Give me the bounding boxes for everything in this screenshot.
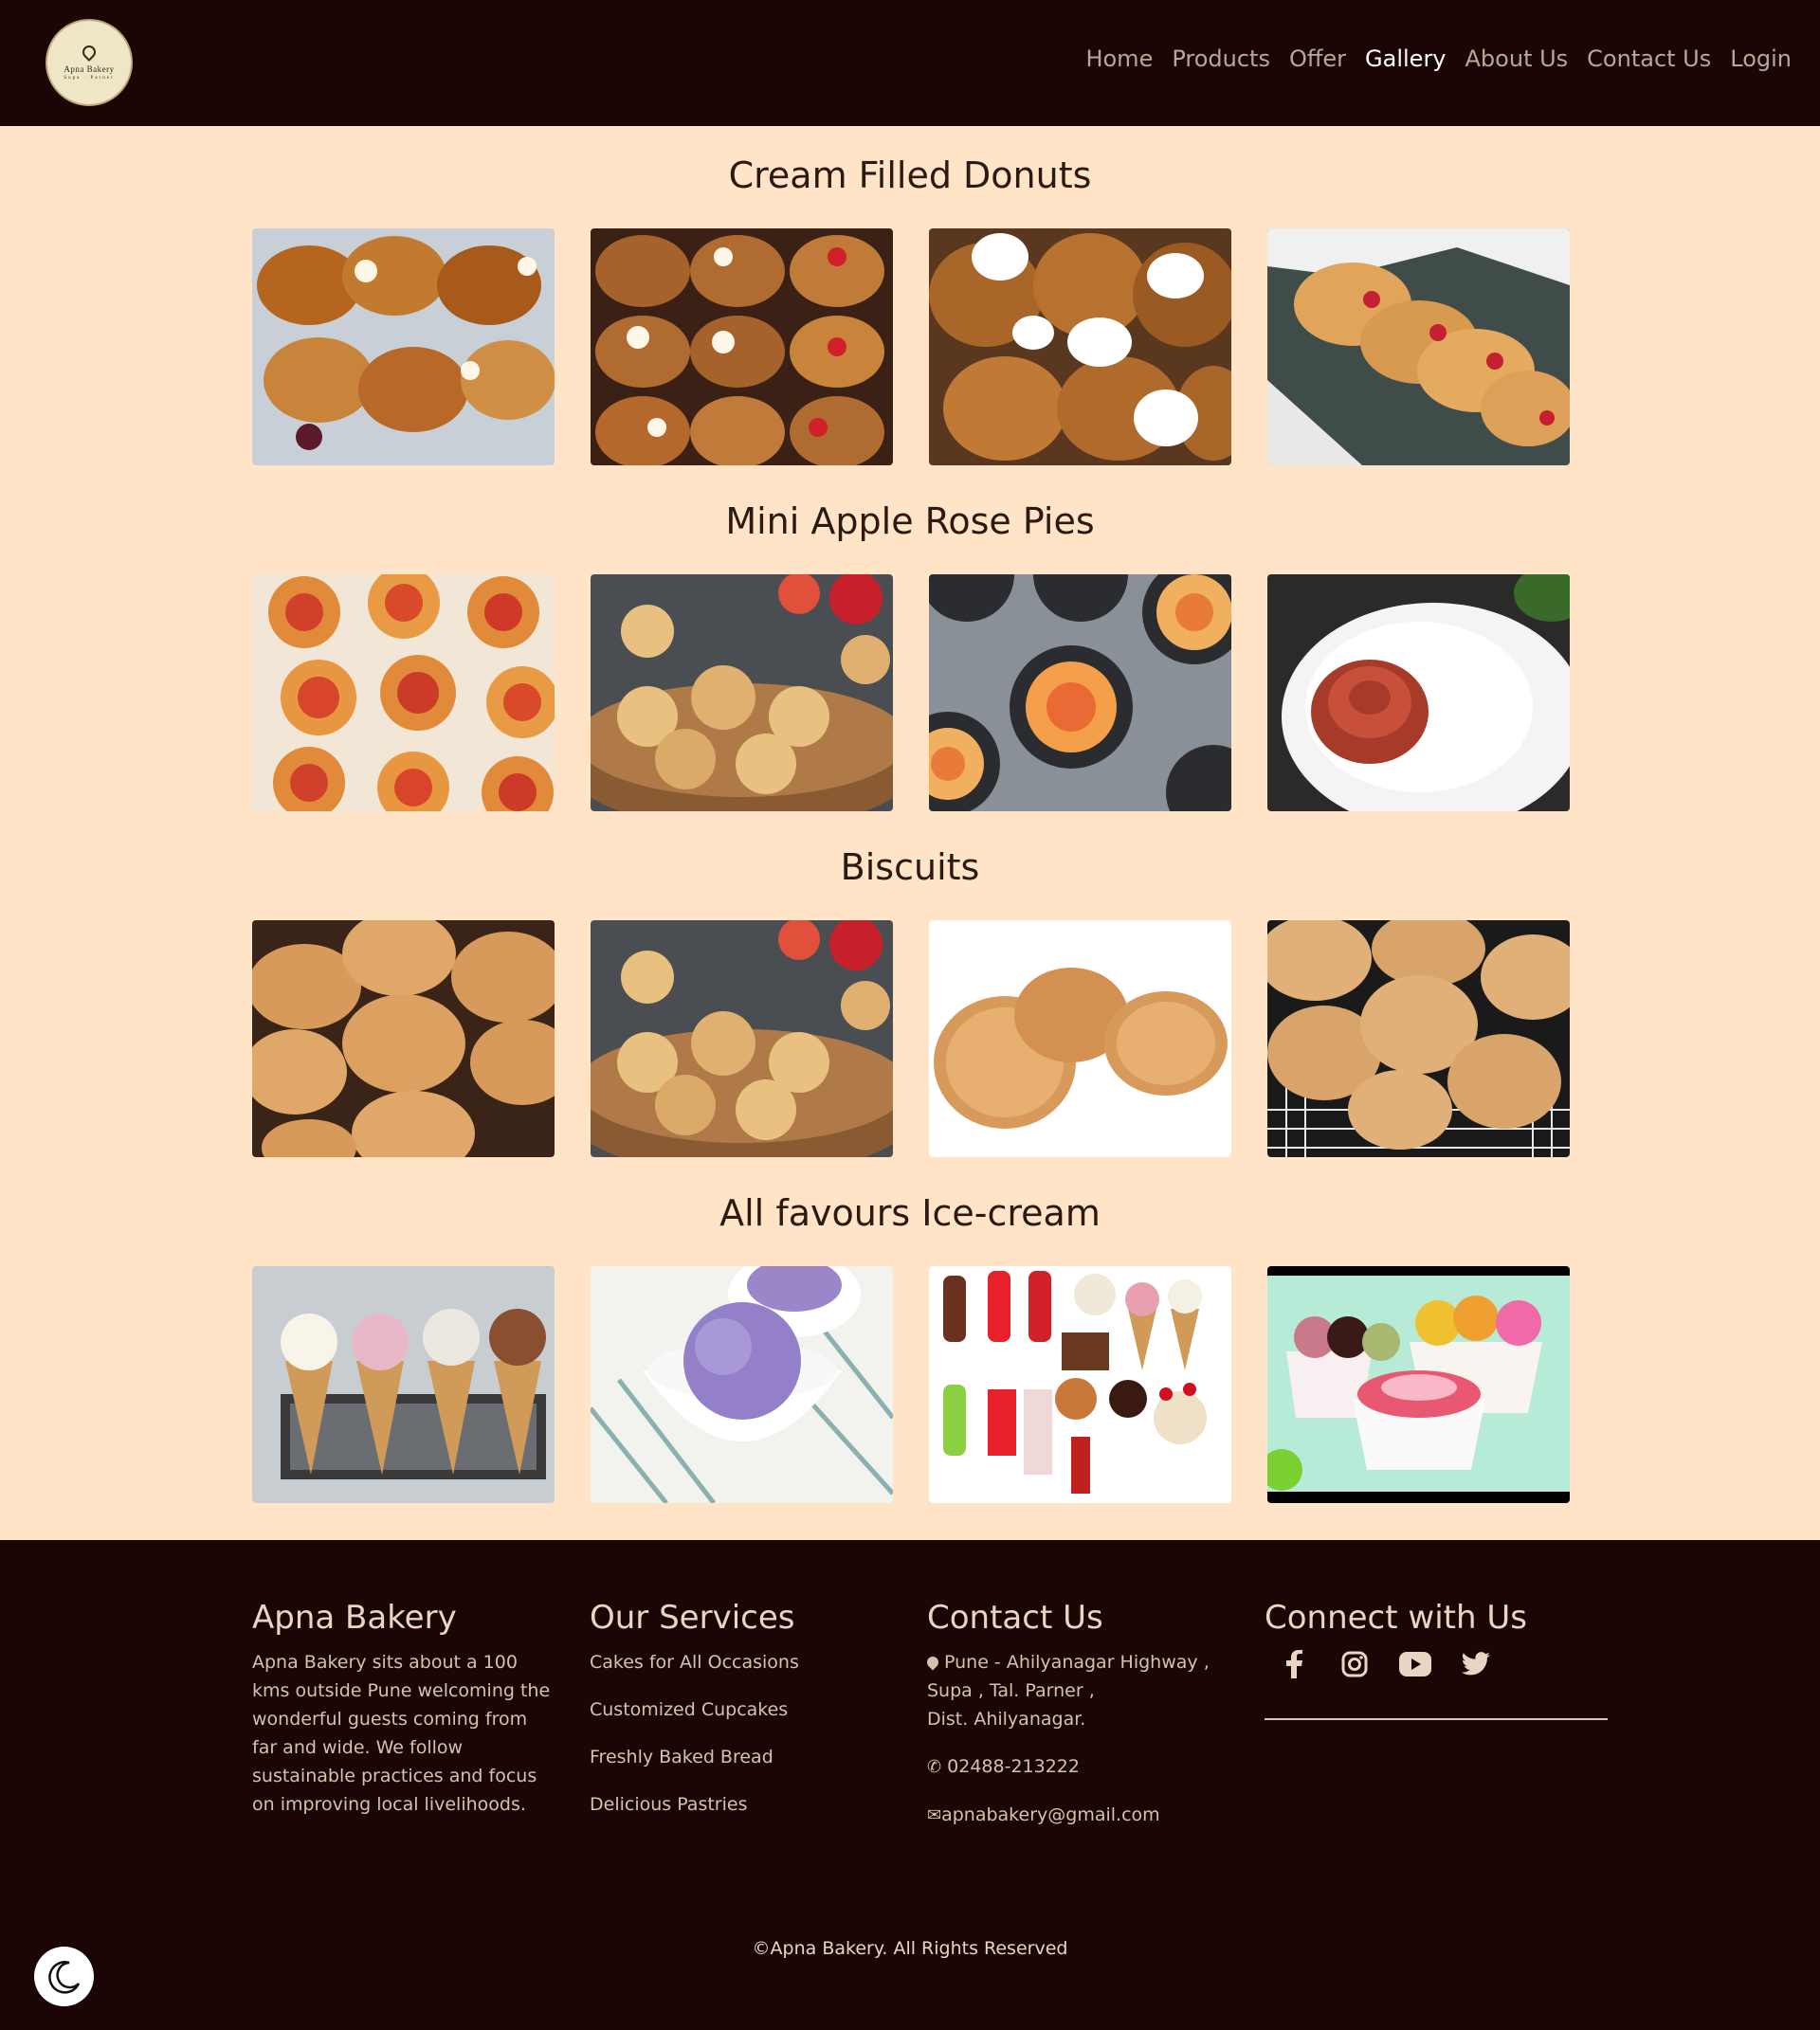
address-line-1: Pune - Ahilyanagar Highway , <box>944 1652 1210 1673</box>
donut-image-1[interactable] <box>252 228 555 465</box>
service-item-cupcakes[interactable]: Customized Cupcakes <box>590 1695 893 1724</box>
ice-cream-image-3[interactable] <box>929 1266 1231 1503</box>
section-title-ice-cream: All favours Ice-cream <box>719 1192 1101 1234</box>
address-line-2: Supa , Tal. Parner , <box>927 1680 1095 1701</box>
image-row-donuts <box>252 228 1570 465</box>
nav-link-offer[interactable]: Offer <box>1289 45 1346 72</box>
dark-mode-toggle[interactable] <box>34 1947 94 2006</box>
facebook-icon[interactable] <box>1278 1648 1310 1680</box>
address-line-3: Dist. Ahilyanagar. <box>927 1709 1086 1730</box>
nav-links: Home Products Offer Gallery About Us Con… <box>1085 45 1792 72</box>
service-item-pastries[interactable]: Delicious Pastries <box>590 1790 893 1819</box>
map-marker-icon <box>924 1654 941 1671</box>
footer-services-title: Our Services <box>590 1599 795 1637</box>
apple-rose-pie-image-1[interactable] <box>252 574 555 811</box>
nav-link-gallery[interactable]: Gallery <box>1365 45 1446 72</box>
logo[interactable]: Apna Bakery Supa · Parner <box>46 19 133 106</box>
donut-image-3[interactable] <box>929 228 1231 465</box>
youtube-icon[interactable] <box>1399 1648 1431 1680</box>
service-item-cakes[interactable]: Cakes for All Occasions <box>590 1648 893 1677</box>
donut-image-2[interactable] <box>591 228 893 465</box>
image-row-apple-rose-pies <box>252 574 1570 811</box>
footer-divider <box>1265 1718 1608 1720</box>
section-title-donuts: Cream Filled Donuts <box>728 154 1092 196</box>
ice-cream-image-4[interactable] <box>1267 1266 1570 1503</box>
envelope-icon: ✉ <box>927 1805 942 1825</box>
navbar: Apna Bakery Supa · Parner Home Products … <box>0 0 1820 126</box>
section-title-apple-rose-pies: Mini Apple Rose Pies <box>725 500 1095 542</box>
apple-rose-pie-image-2[interactable] <box>591 574 893 811</box>
twitter-icon[interactable] <box>1460 1648 1492 1680</box>
apple-rose-pie-image-4[interactable] <box>1267 574 1570 811</box>
biscuit-image-2[interactable] <box>591 920 893 1157</box>
ice-cream-image-1[interactable] <box>252 1266 555 1503</box>
footer-services: Our Services Cakes for All Occasions Cus… <box>590 1599 893 1838</box>
ice-cream-image-2[interactable] <box>591 1266 893 1503</box>
biscuit-image-3[interactable] <box>929 920 1231 1157</box>
nav-link-home[interactable]: Home <box>1085 45 1153 72</box>
image-row-ice-cream <box>252 1266 1570 1503</box>
biscuit-image-1[interactable] <box>252 920 555 1157</box>
map-pin-icon <box>80 42 99 62</box>
instagram-icon[interactable] <box>1338 1648 1371 1680</box>
moon-icon <box>47 1960 80 1994</box>
footer-contact-title: Contact Us <box>927 1599 1103 1637</box>
phone-icon: ✆ <box>927 1757 942 1777</box>
donut-image-4[interactable] <box>1267 228 1570 465</box>
biscuit-image-4[interactable] <box>1267 920 1570 1157</box>
contact-phone-text: 02488-213222 <box>947 1756 1080 1777</box>
nav-link-login[interactable]: Login <box>1730 45 1792 72</box>
footer-about-text: Apna Bakery sits about a 100 kms outside… <box>252 1652 551 1815</box>
footer-contact: Contact Us Pune - Ahilyanagar Highway , … <box>924 1599 1230 1830</box>
contact-phone[interactable]: ✆ 02488-213222 <box>927 1752 1230 1782</box>
image-row-biscuits <box>252 920 1570 1157</box>
footer-connect: Connect with Us <box>1265 1599 1625 1720</box>
logo-text: Apna Bakery <box>64 63 115 74</box>
contact-email[interactable]: ✉apnabakery@gmail.com <box>927 1801 1230 1830</box>
logo-subtext: Supa · Parner <box>64 75 115 81</box>
social-icons <box>1265 1648 1625 1680</box>
footer: Apna Bakery Apna Bakery sits about a 100… <box>0 1540 1820 2030</box>
nav-link-contact-us[interactable]: Contact Us <box>1587 45 1711 72</box>
footer-about-title: Apna Bakery <box>252 1599 457 1637</box>
contact-email-text: apnabakery@gmail.com <box>941 1804 1160 1825</box>
nav-link-products[interactable]: Products <box>1172 45 1270 72</box>
service-item-bread[interactable]: Freshly Baked Bread <box>590 1743 893 1771</box>
nav-link-about-us[interactable]: About Us <box>1465 45 1569 72</box>
contact-address: Pune - Ahilyanagar Highway , Supa , Tal.… <box>924 1648 1230 1733</box>
footer-connect-title: Connect with Us <box>1265 1599 1527 1637</box>
section-title-biscuits: Biscuits <box>840 846 980 888</box>
copyright-text: ©Apna Bakery. All Rights Reserved <box>752 1938 1068 1959</box>
apple-rose-pie-image-3[interactable] <box>929 574 1231 811</box>
footer-about: Apna Bakery Apna Bakery sits about a 100… <box>252 1599 555 1819</box>
